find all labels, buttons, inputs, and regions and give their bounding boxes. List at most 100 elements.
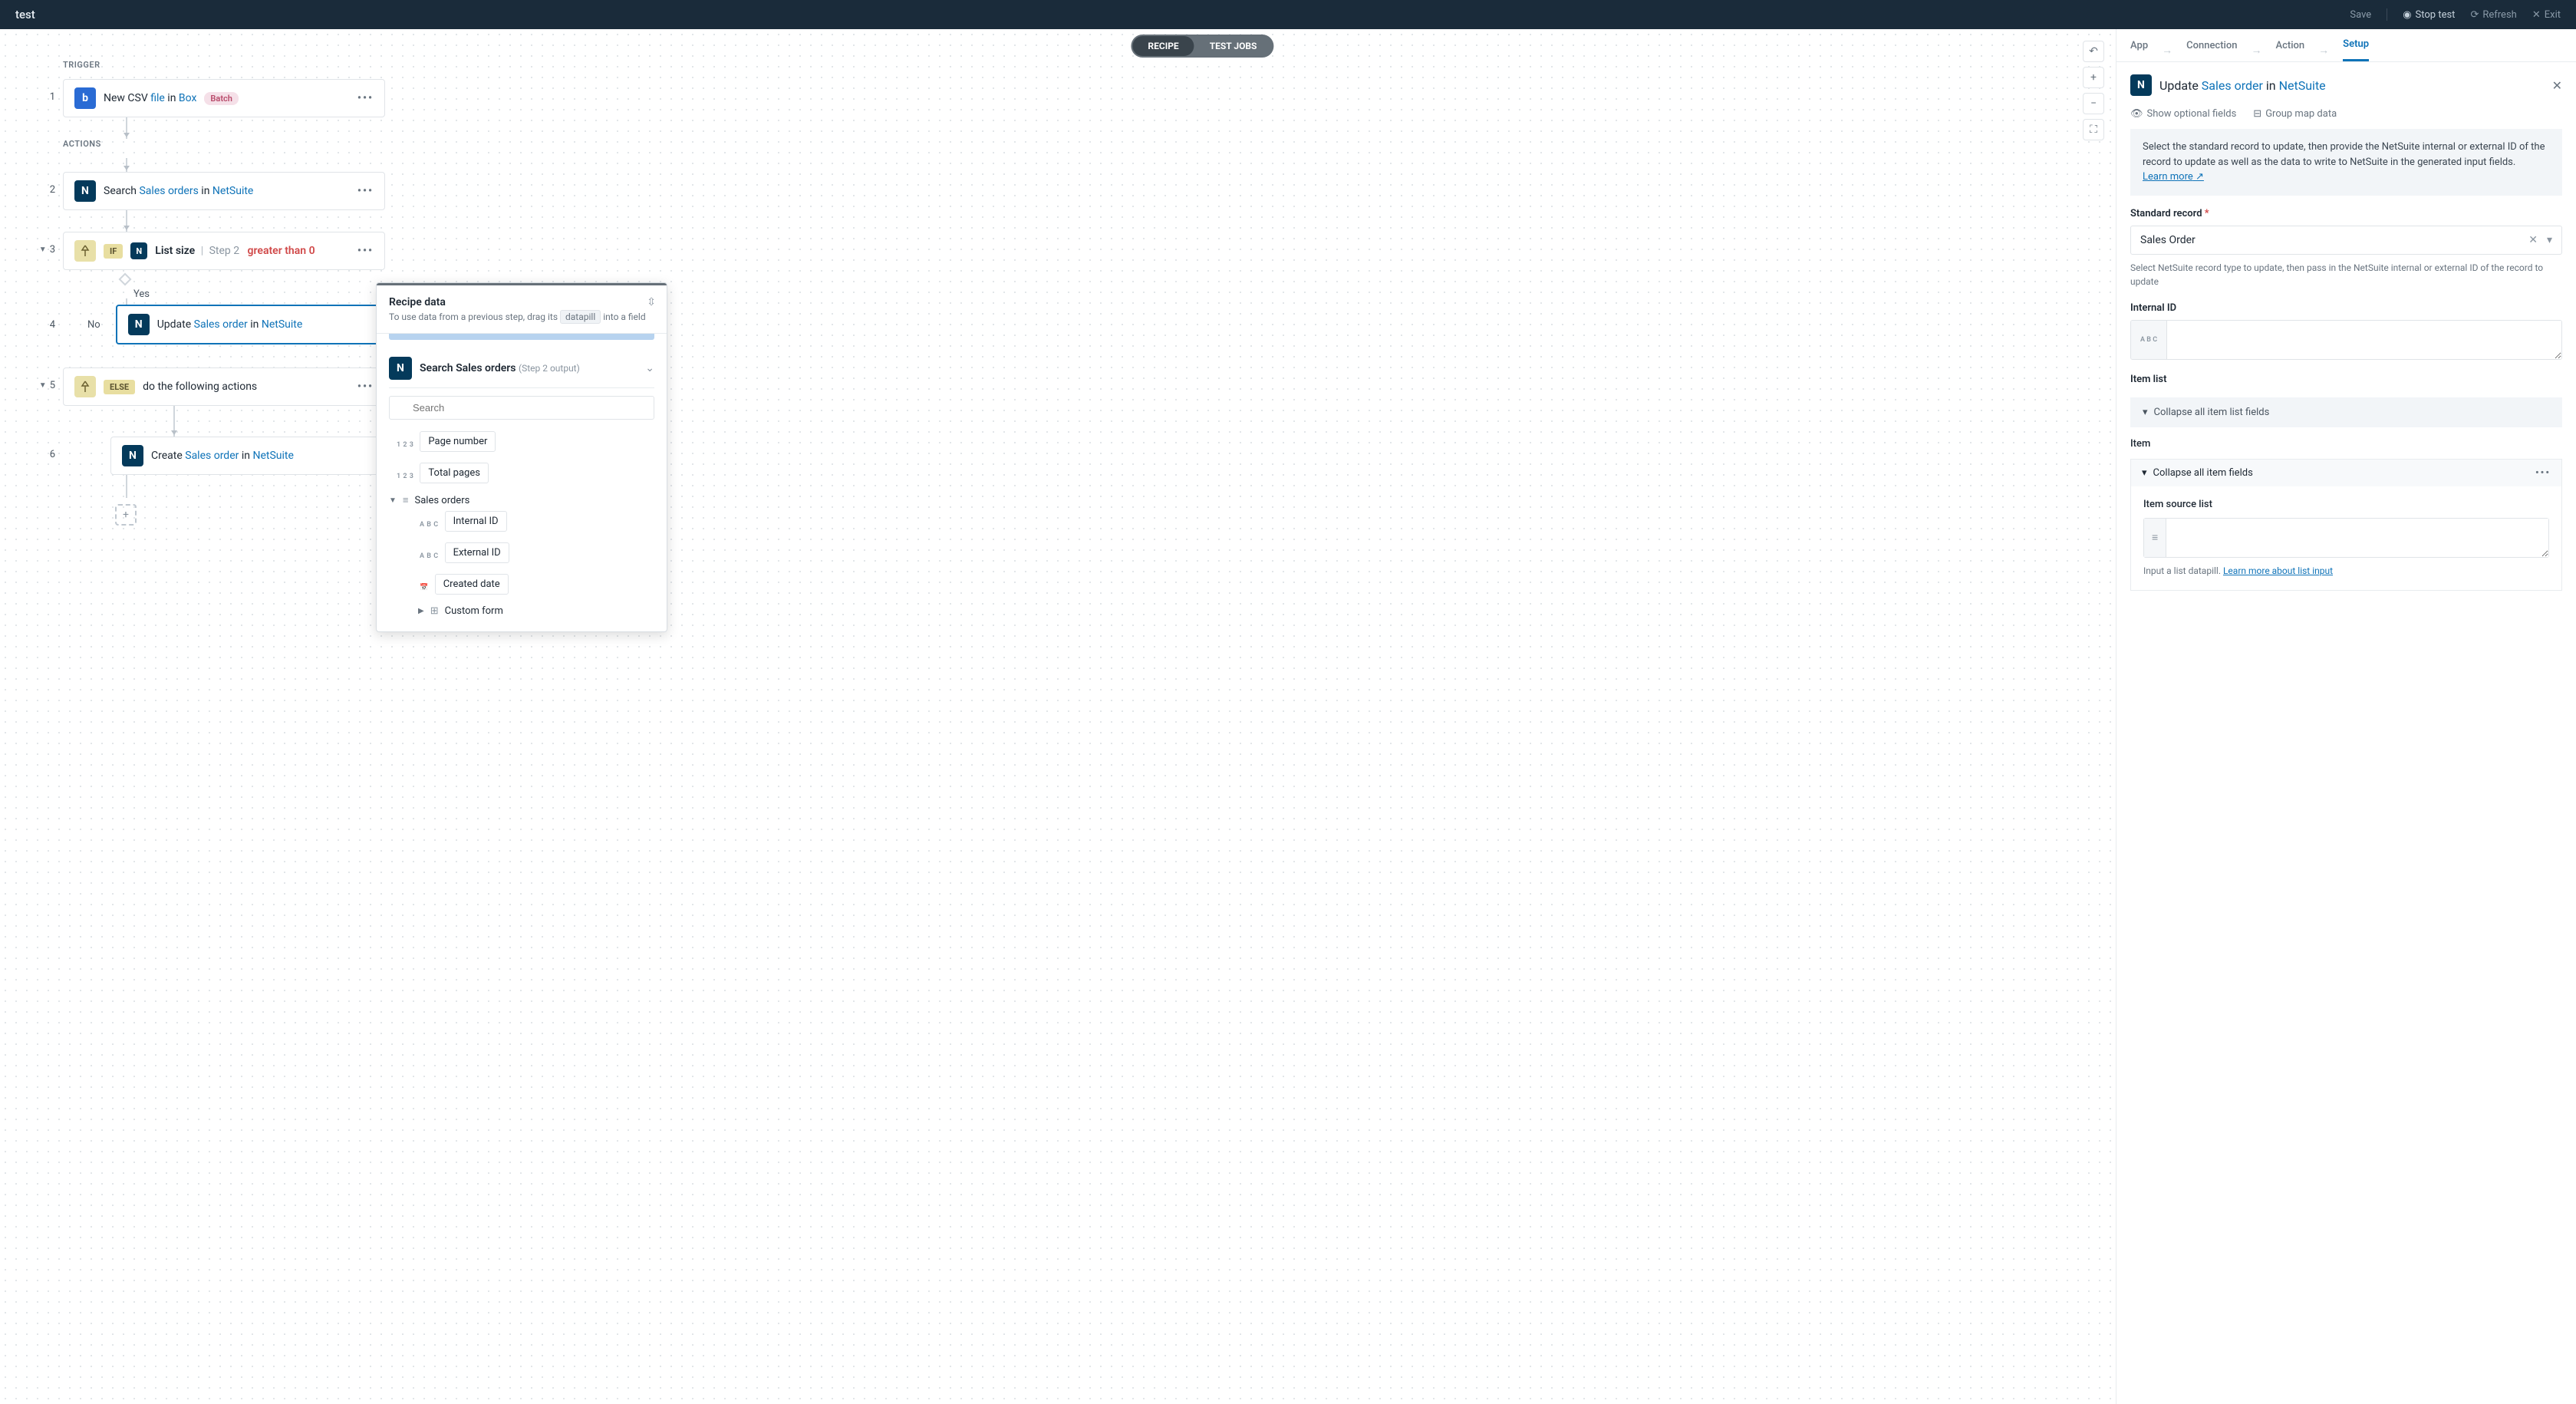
label: Show optional fields (2147, 108, 2237, 120)
datapill-item[interactable]: External ID (445, 542, 509, 563)
text: NetSuite (212, 185, 253, 197)
netsuite-icon: N (2130, 74, 2152, 96)
if-step-card[interactable]: IF N List size | Step 2 greater than 0 •… (63, 232, 385, 270)
item-source-list-label: Item source list (2143, 499, 2549, 510)
datapill-item[interactable]: Internal ID (445, 511, 507, 532)
caret-icon[interactable]: ▼ (389, 496, 397, 505)
close-icon: ✕ (2532, 9, 2541, 21)
datapill-search-input[interactable] (389, 396, 654, 420)
setup-panel: App → Connection → Action → Setup N Upda… (2116, 29, 2576, 1404)
learn-more-link[interactable]: Learn more ↗ (2143, 171, 2204, 183)
text: List size (155, 245, 195, 257)
num: 5 (50, 380, 55, 391)
stop-test-button[interactable]: ◉ Stop test (2403, 9, 2455, 21)
trigger-step-card[interactable]: b New CSV file in Box Batch ••• (63, 79, 385, 117)
text: To use data from a previous step, drag i… (389, 311, 560, 322)
label: Group map data (2265, 108, 2337, 120)
tab-connection[interactable]: Connection (2186, 40, 2237, 61)
recipe-title: test (15, 8, 35, 21)
diamond-icon (119, 273, 132, 286)
step-text: List size | Step 2 greater than 0 (155, 245, 315, 257)
text: into a field (601, 311, 645, 322)
text: NetSuite (2279, 78, 2326, 93)
save-button[interactable]: Save (2350, 9, 2371, 21)
box-icon: b (74, 87, 96, 109)
recipe-canvas[interactable]: ↶ + − ⛶ TRIGGER 1 b New CSV file in Box … (0, 29, 2116, 1404)
step-more-icon[interactable]: ••• (357, 185, 374, 197)
tab-setup[interactable]: Setup (2343, 38, 2369, 61)
refresh-button[interactable]: ⟳ Refresh (2470, 9, 2516, 21)
caret-down-icon[interactable]: ▾ (2542, 234, 2552, 246)
type-badge: A B C (420, 552, 439, 560)
refresh-icon: ⟳ (2470, 9, 2479, 21)
recipe-tab[interactable]: RECIPE (1132, 36, 1194, 56)
step-more-icon[interactable]: ••• (357, 92, 374, 104)
text: greater than (248, 245, 307, 257)
step-more-icon[interactable]: ••• (357, 245, 374, 257)
learn-more-list-link[interactable]: Learn more about list input (2223, 565, 2333, 576)
datapill-item[interactable]: Total pages (420, 463, 489, 483)
internal-id-input[interactable] (2167, 321, 2561, 359)
standard-record-select[interactable]: Sales Order ✕ ▾ (2130, 226, 2562, 255)
tree-label[interactable]: Sales orders (415, 495, 470, 506)
grid-icon: ⊞ (430, 605, 439, 617)
collapse-caret-icon[interactable]: ▼ (39, 246, 47, 254)
text: Update (157, 318, 194, 331)
show-optional-fields-button[interactable]: 👁Show optional fields (2130, 108, 2236, 120)
undo-button[interactable]: ↶ (2083, 41, 2104, 62)
netsuite-icon: N (389, 357, 412, 380)
tree-label[interactable]: Custom form (445, 605, 503, 617)
step-number: ▼3 (38, 232, 55, 255)
arrow-icon: → (2162, 44, 2172, 57)
branch-icon (74, 240, 96, 262)
branch-icon (74, 376, 96, 397)
collapse-item-list-button[interactable]: ▾ Collapse all item list fields (2130, 397, 2562, 427)
type-badge: A B C (420, 521, 439, 529)
tab-app[interactable]: App (2130, 40, 2148, 61)
step-number: ▼5 (38, 367, 55, 391)
item-label: Item (2130, 438, 2562, 450)
netsuite-icon: N (130, 242, 147, 259)
item-more-icon[interactable]: ••• (2535, 467, 2551, 479)
datapill-item[interactable]: Page number (420, 431, 496, 452)
chevron-down-icon[interactable]: ⌄ (645, 362, 654, 374)
text: in (165, 92, 179, 104)
select-value: Sales Order (2140, 234, 2196, 246)
collapse-caret-icon[interactable]: ▼ (39, 381, 47, 390)
test-jobs-tab[interactable]: TEST JOBS (1194, 36, 1273, 56)
text: 0 (309, 245, 315, 257)
field-help: Input a list datapill. Learn more about … (2143, 564, 2549, 578)
text: Update (2159, 78, 2202, 93)
collapse-item-label[interactable]: Collapse all item fields (2153, 467, 2253, 479)
zoom-in-button[interactable]: + (2083, 67, 2104, 88)
caret-icon[interactable]: ▶ (418, 607, 424, 615)
data-source-row[interactable]: N Search Sales orders (Step 2 output) ⌄ (389, 349, 654, 388)
text: NetSuite (252, 450, 293, 462)
expand-icon[interactable]: ⇳ (647, 296, 656, 308)
text: Search (104, 185, 139, 197)
clear-icon[interactable]: ✕ (2524, 234, 2542, 246)
exit-button[interactable]: ✕ Exit (2532, 9, 2561, 21)
datapill-item[interactable]: Created date (435, 574, 509, 595)
connector (126, 117, 127, 139)
caret-down-icon[interactable]: ▾ (2142, 467, 2147, 479)
action-step-card-selected[interactable]: N Update Sales order in NetSuite (116, 305, 392, 344)
fit-button[interactable]: ⛶ (2083, 119, 2104, 140)
group-map-data-button[interactable]: ⊟Group map data (2253, 108, 2337, 120)
zoom-out-button[interactable]: − (2083, 93, 2104, 114)
else-step-card[interactable]: ELSE do the following actions ••• (63, 367, 385, 406)
text: in (2263, 78, 2279, 93)
type-badge: A B C (2131, 321, 2167, 359)
add-step-button[interactable]: + (115, 504, 137, 526)
field-label: Internal ID (2130, 302, 2562, 314)
step-more-icon[interactable]: ••• (357, 381, 374, 393)
close-panel-button[interactable]: ✕ (2552, 78, 2562, 93)
action-step-card[interactable]: N Search Sales orders in NetSuite ••• (63, 172, 385, 210)
action-step-card[interactable]: N Create Sales order in NetSuite (110, 437, 387, 475)
item-source-list-input[interactable] (2166, 519, 2548, 557)
actions-section-label: ACTIONS (38, 139, 2116, 149)
text: in (248, 318, 262, 331)
text: Standard record (2130, 208, 2202, 219)
tab-action[interactable]: Action (2275, 40, 2304, 61)
netsuite-icon: N (74, 180, 96, 202)
